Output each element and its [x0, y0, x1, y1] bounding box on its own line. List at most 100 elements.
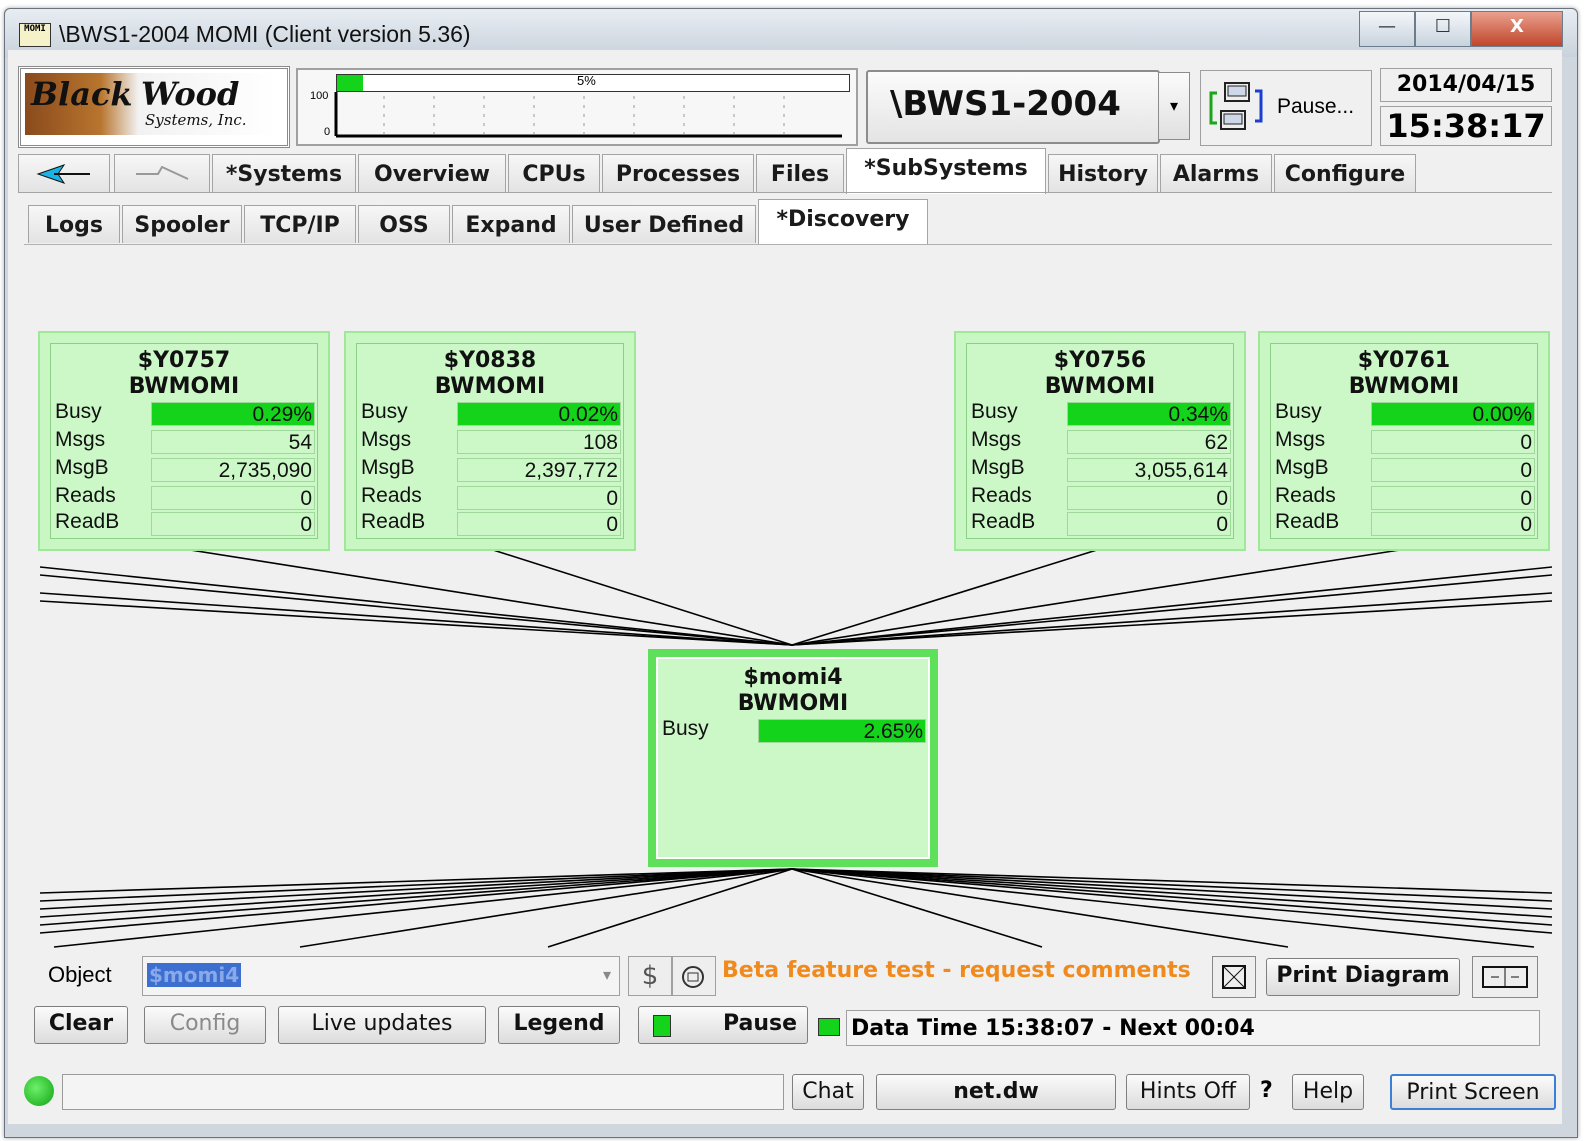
subsystem-node[interactable]: $Y0756 BWMOMI Busy 0.34% Msgs 62 MsgB 3,… [954, 331, 1246, 551]
datetime-panel: 2014/04/15 15:38:17 [1380, 68, 1552, 146]
metric-label-reads: Reads [1275, 484, 1336, 507]
metric-value-msgb: 0 [1371, 458, 1535, 482]
tab-alarms[interactable]: Alarms [1160, 154, 1272, 192]
expand-width-icon[interactable] [1472, 956, 1538, 998]
clear-button[interactable]: Clear [34, 1006, 128, 1044]
window-title: \BWS1-2004 MOMI (Client version 5.36) [59, 21, 471, 47]
subtab-logs[interactable]: Logs [28, 205, 120, 243]
metric-label-msgb: MsgB [55, 456, 109, 479]
metric-label-reads: Reads [55, 484, 116, 507]
tab-files[interactable]: Files [756, 154, 844, 192]
close-button[interactable]: X [1471, 11, 1563, 47]
tab-history[interactable]: History [1048, 154, 1158, 192]
tab-configure[interactable]: Configure [1274, 154, 1416, 192]
metric-label-msgs: Msgs [55, 428, 106, 451]
tab-overview[interactable]: Overview [358, 154, 506, 192]
live-updates-button[interactable]: Live updates [278, 1006, 486, 1044]
gauge-history-plot [334, 92, 842, 138]
time-display: 15:38:17 [1380, 106, 1552, 146]
metric-value-busy: 0.02% [457, 402, 621, 426]
metric-label-readb: ReadB [361, 510, 426, 533]
center-node[interactable]: $momi4 BWMOMI Busy 2.65% [648, 649, 938, 867]
forward-arrow-icon [136, 165, 189, 180]
tab-systems[interactable]: *Systems [212, 154, 356, 192]
computers-sync-icon [1209, 82, 1263, 130]
subtab-discovery[interactable]: *Discovery [758, 199, 928, 245]
subtab-oss[interactable]: OSS [358, 205, 450, 243]
dollar-icon[interactable]: $ [628, 956, 672, 996]
minimize-button[interactable]: — [1359, 11, 1415, 47]
node-type: BWMOMI [434, 374, 546, 399]
help-button[interactable]: Help [1292, 1074, 1364, 1110]
metric-value-busy: 0.29% [151, 402, 315, 426]
chevron-down-icon[interactable]: ▾ [603, 965, 611, 984]
config-button[interactable]: Config [144, 1006, 266, 1044]
node-name: $Y0761 [1357, 348, 1451, 373]
metric-value-reads: 0 [457, 486, 621, 510]
gauge-fill [337, 75, 363, 91]
metric-label-readb: ReadB [1275, 510, 1340, 533]
node-body: $Y0757 BWMOMI Busy 0.29% Msgs 54 MsgB 2,… [50, 343, 318, 539]
subsystem-node[interactable]: $Y0838 BWMOMI Busy 0.02% Msgs 108 MsgB 2… [344, 331, 636, 551]
subsystem-node[interactable]: $Y0757 BWMOMI Busy 0.29% Msgs 54 MsgB 2,… [38, 331, 330, 551]
subsystem-node[interactable]: $Y0761 BWMOMI Busy 0.00% Msgs 0 MsgB 0 R… [1258, 331, 1550, 551]
system-selector[interactable]: \BWS1-2004 [866, 70, 1160, 144]
file-button[interactable]: net.dw [876, 1074, 1116, 1110]
metric-value-busy: 0.34% [1067, 402, 1231, 426]
logo-subtitle: Systems, Inc. [145, 111, 247, 129]
back-arrow-icon [36, 164, 90, 184]
metric-label-busy: Busy [971, 400, 1018, 423]
metric-label-reads: Reads [971, 484, 1032, 507]
app-icon: MOMI [19, 23, 51, 47]
logo-word-black: Black [31, 75, 133, 113]
metric-label-busy: Busy [55, 400, 102, 423]
metric-value-msgs: 62 [1067, 430, 1231, 454]
pause-button[interactable]: Pause [638, 1006, 808, 1044]
object-label: Object [48, 962, 112, 987]
main-tabs-divider [18, 192, 1552, 193]
back-button[interactable] [18, 154, 110, 192]
metric-value-readb: 0 [457, 512, 621, 536]
subtab-expand[interactable]: Expand [452, 205, 570, 243]
metric-value-reads: 0 [1067, 486, 1231, 510]
metric-label-msgs: Msgs [971, 428, 1022, 451]
system-dropdown-button[interactable]: ▾ [1158, 72, 1190, 140]
hints-button[interactable]: Hints Off [1126, 1074, 1250, 1110]
forward-button[interactable] [114, 154, 210, 192]
metric-label-reads: Reads [361, 484, 422, 507]
object-combobox[interactable]: $momi4 ▾ [142, 956, 620, 996]
subtab-tcpip[interactable]: TCP/IP [244, 205, 356, 243]
chat-button[interactable]: Chat [792, 1074, 864, 1110]
center-node-name: $momi4 [743, 665, 843, 690]
center-metric-value-busy: 2.65% [758, 719, 926, 743]
metric-value-readb: 0 [151, 512, 315, 536]
metric-value-msgs: 54 [151, 430, 315, 454]
legend-button[interactable]: Legend [498, 1006, 620, 1044]
tab-cpus[interactable]: CPUs [508, 154, 600, 192]
subtab-spooler[interactable]: Spooler [122, 205, 242, 243]
gauge-ymax: 100 [310, 90, 329, 102]
tab-processes[interactable]: Processes [602, 154, 754, 192]
pause-panel[interactable]: Pause... [1200, 70, 1372, 146]
metric-value-readb: 0 [1371, 512, 1535, 536]
metric-label-readb: ReadB [971, 510, 1036, 533]
metric-value-busy: 0.00% [1371, 402, 1535, 426]
subtab-user-defined[interactable]: User Defined [572, 205, 756, 243]
tab-subsystems[interactable]: *SubSystems [846, 148, 1046, 194]
question-icon[interactable]: ? [1260, 1078, 1273, 1103]
metric-value-reads: 0 [151, 486, 315, 510]
fit-view-icon[interactable] [1212, 956, 1256, 998]
metric-label-readb: ReadB [55, 510, 120, 533]
pause-label: Pause... [1277, 95, 1355, 118]
process-icon[interactable] [672, 956, 716, 996]
metric-value-msgs: 0 [1371, 430, 1535, 454]
metric-value-reads: 0 [1371, 486, 1535, 510]
maximize-button[interactable]: ☐ [1415, 11, 1471, 47]
node-body: $Y0756 BWMOMI Busy 0.34% Msgs 62 MsgB 3,… [966, 343, 1234, 539]
beta-notice[interactable]: Beta feature test - request comments [722, 958, 1191, 983]
data-time-display: Data Time 15:38:07 - Next 00:04 [846, 1010, 1540, 1046]
print-screen-button[interactable]: Print Screen [1390, 1074, 1556, 1110]
center-metric-label-busy: Busy [662, 717, 709, 740]
object-input[interactable]: $momi4 [147, 963, 242, 987]
print-diagram-button[interactable]: Print Diagram [1266, 958, 1460, 996]
